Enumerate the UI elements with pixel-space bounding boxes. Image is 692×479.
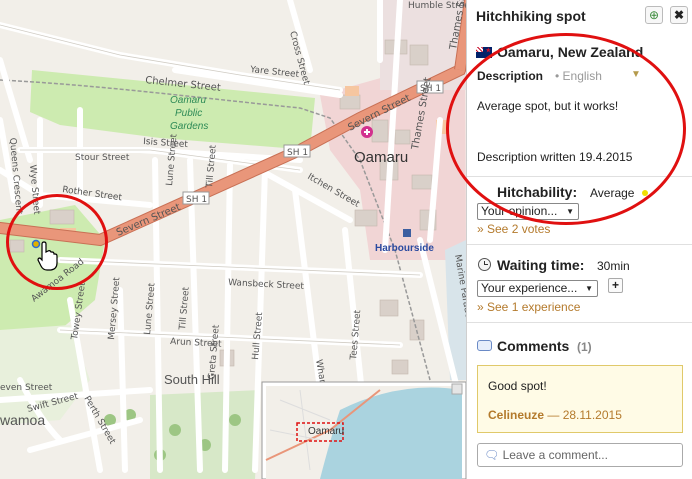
map-view[interactable]: SH 1 SH 1 SH 1 Humble Street Chelmer Str… xyxy=(0,0,466,479)
opinion-select[interactable]: Your opinion... ▼ xyxy=(477,203,579,220)
minimap-label: Oamaru xyxy=(308,426,344,437)
hitchhiking-spot-marker[interactable] xyxy=(31,239,41,249)
hitchability-label: Hitchability: xyxy=(497,184,578,200)
location-heading: Oamaru, New Zealand xyxy=(476,44,643,60)
app-root: SH 1 SH 1 SH 1 Humble Street Chelmer Str… xyxy=(0,0,692,479)
street-label: even Street xyxy=(0,383,53,393)
location-name: Oamaru, New Zealand xyxy=(497,44,644,60)
overview-minimap[interactable]: Oamaru xyxy=(261,381,466,479)
spot-info-panel: Hitchhiking spot ⊕ ✖ Oamaru, New Zealand… xyxy=(466,0,692,479)
street-label: Stour Street xyxy=(75,153,130,163)
sh1-label-a: SH 1 xyxy=(186,195,207,205)
gardens-label-1: Oamaru xyxy=(170,95,207,106)
comment-card: Good spot! Celineuze — 28.11.2015 xyxy=(477,365,683,433)
language-selector[interactable]: • English xyxy=(555,69,602,83)
waiting-time-value: 30min xyxy=(597,259,630,273)
see-votes-link[interactable]: » See 2 votes xyxy=(477,222,550,236)
waiting-time-label: Waiting time: xyxy=(497,257,585,273)
description-date: Description written 19.4.2015 xyxy=(477,150,633,164)
hitchability-value: Average xyxy=(590,186,635,200)
experience-select[interactable]: Your experience... ▼ xyxy=(477,280,598,297)
sh1-label-b: SH 1 xyxy=(287,148,308,158)
panel-header: Hitchhiking spot ⊕ ✖ xyxy=(467,0,692,32)
comments-icon xyxy=(477,340,492,351)
see-experience-link[interactable]: » See 1 experience xyxy=(477,300,580,314)
leave-comment-input[interactable]: 🗨 Leave a comment... xyxy=(477,443,683,467)
map-canvas[interactable]: SH 1 SH 1 SH 1 Humble Street Chelmer Str… xyxy=(0,0,466,479)
hitchability-dot xyxy=(642,190,648,196)
comment-author[interactable]: Celineuze xyxy=(488,408,544,422)
nz-flag-icon xyxy=(476,47,492,58)
place-label-harbourside: Harbourside xyxy=(375,243,434,254)
comments-label: Comments xyxy=(497,338,570,354)
chevron-down-icon: ▼ xyxy=(566,207,574,216)
place-label-awamoa: wamoa xyxy=(0,412,45,428)
speech-bubble-icon: 🗨 xyxy=(484,448,500,462)
place-label-south-hill: South Hill xyxy=(164,372,220,387)
comment-date: — 28.11.2015 xyxy=(547,408,622,422)
description-text: Average spot, but it works! xyxy=(477,99,619,113)
leave-comment-placeholder: Leave a comment... xyxy=(502,448,608,462)
gardens-label-3: Gardens xyxy=(170,121,208,132)
bus-stop-icon xyxy=(403,229,411,237)
place-label-oamaru: Oamaru xyxy=(354,149,408,166)
comments-count: (1) xyxy=(577,340,592,354)
chevron-down-icon: ▼ xyxy=(585,284,593,293)
clock-icon xyxy=(478,258,491,271)
zoom-in-icon[interactable]: ⊕ xyxy=(645,6,663,24)
hospital-icon xyxy=(361,126,373,138)
comment-text: Good spot! xyxy=(488,379,547,393)
chevron-down-icon[interactable]: ▼ xyxy=(631,69,641,80)
close-icon[interactable]: ✖ xyxy=(670,6,688,24)
gardens-label-2: Public xyxy=(175,108,202,119)
description-label: Description xyxy=(477,69,544,83)
panel-title: Hitchhiking spot xyxy=(476,8,586,24)
add-experience-button[interactable]: + xyxy=(608,278,623,293)
